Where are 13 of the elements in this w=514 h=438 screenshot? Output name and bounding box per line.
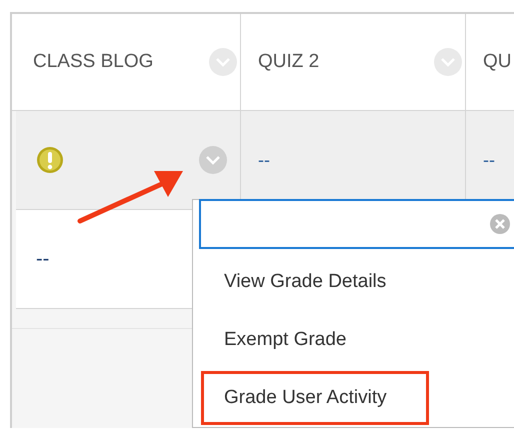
column-header: CLASS BLOG [33, 50, 154, 74]
search-field[interactable] [199, 199, 514, 249]
column-header: QUIZ 2 [258, 50, 320, 74]
grade-value: -- [483, 148, 495, 172]
column-header: QU [483, 50, 512, 74]
menu-item[interactable]: View Grade Details [201, 255, 429, 309]
chevron-down-icon[interactable] [198, 145, 228, 175]
warning-icon [36, 146, 64, 174]
grade-value: -- [258, 148, 270, 172]
grade-value: -- [36, 247, 50, 272]
menu-item[interactable]: Grade User Activity [201, 371, 429, 425]
menu-item[interactable]: Exempt Grade [201, 313, 429, 367]
clear-icon[interactable] [489, 213, 511, 235]
